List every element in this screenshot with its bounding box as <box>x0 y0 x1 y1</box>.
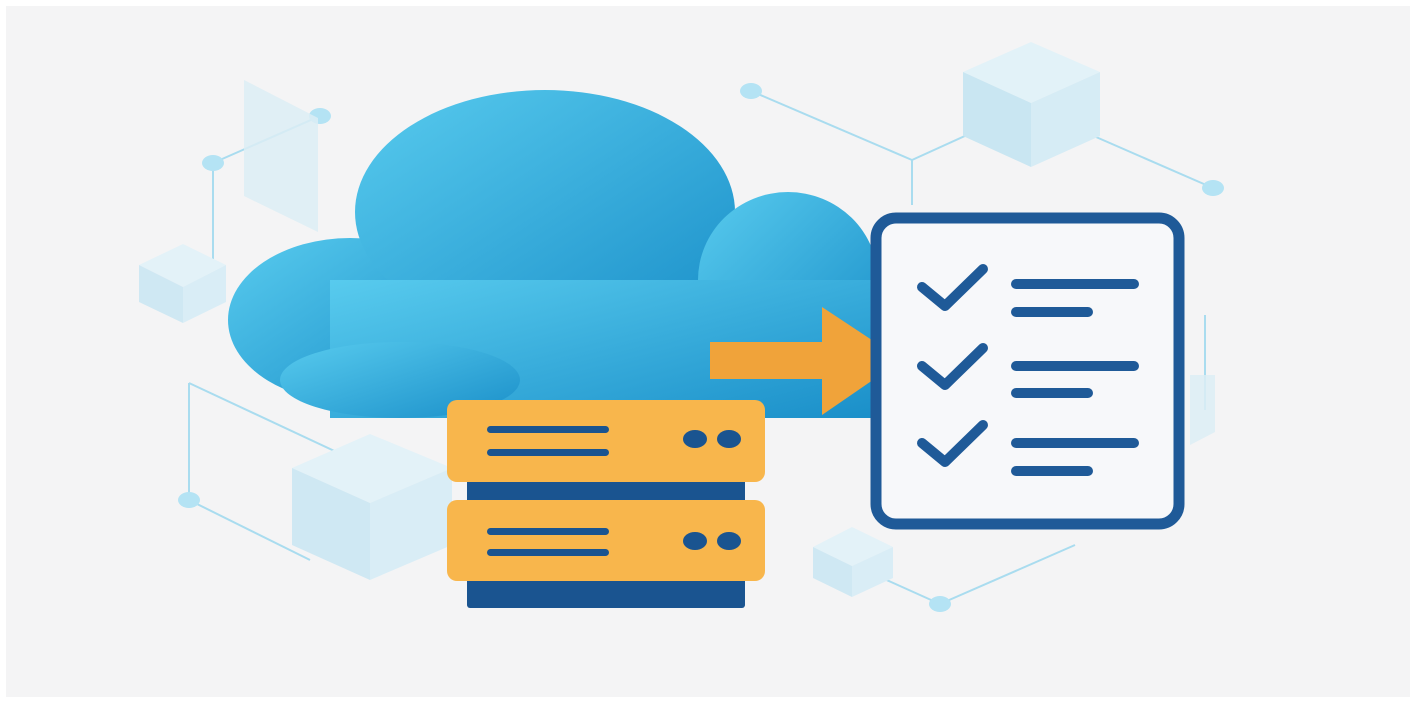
illustration-canvas <box>0 0 1416 703</box>
network-node-icon <box>202 155 224 171</box>
server-unit <box>447 400 765 482</box>
network-node-icon <box>929 596 951 612</box>
server-unit <box>447 500 765 581</box>
network-node-icon <box>1202 180 1224 196</box>
cloud-compliance-illustration <box>6 6 1410 697</box>
status-light <box>717 430 741 448</box>
checklist-icon <box>870 212 1185 530</box>
network-node-icon <box>740 83 762 99</box>
network-node-icon <box>178 492 200 508</box>
server-icon <box>447 400 765 608</box>
status-light <box>683 532 707 550</box>
status-light <box>717 532 741 550</box>
status-light <box>683 430 707 448</box>
